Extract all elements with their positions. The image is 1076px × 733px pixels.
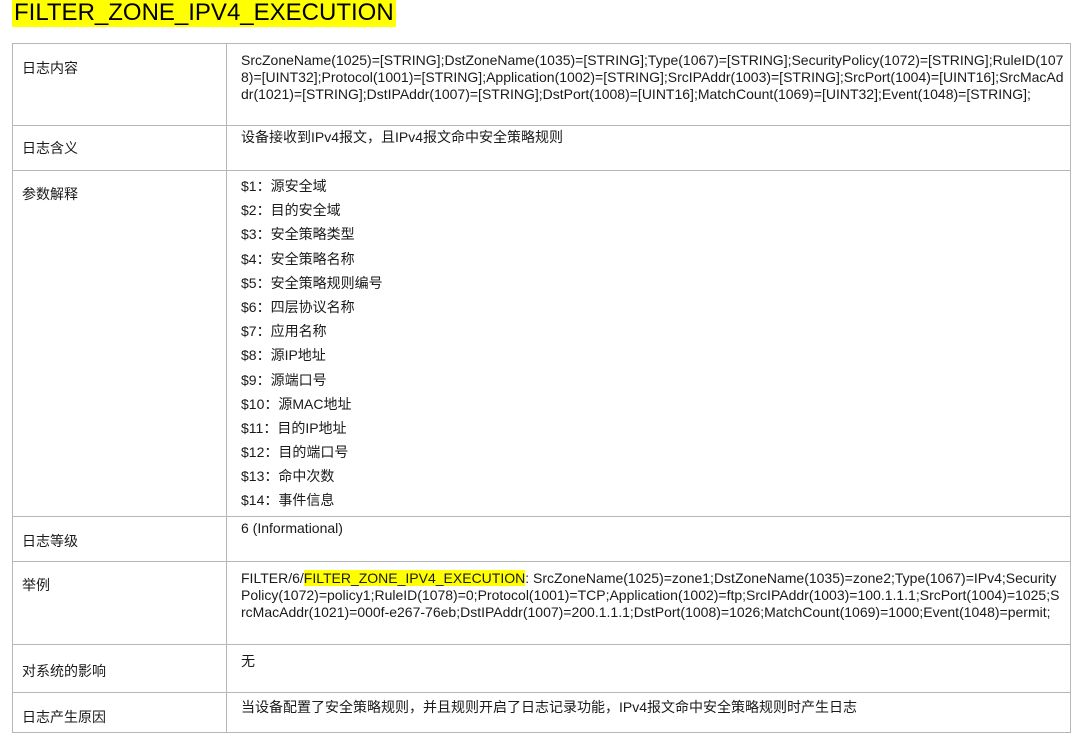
table-row-cause: 日志产生原因 当设备配置了安全策略规则，并且规则开启了日志记录功能，IPv4报文… bbox=[12, 691, 1071, 733]
param-item: $8：源IP地址 bbox=[241, 347, 326, 364]
param-item: $1：源安全域 bbox=[241, 178, 327, 194]
example-highlight: FILTER_ZONE_IPV4_EXECUTION bbox=[303, 569, 526, 586]
row-label-cause: 日志产生原因 bbox=[12, 691, 227, 733]
row-value-meaning: 设备接收到IPv4报文，且IPv4报文命中安全策略规则 bbox=[226, 125, 1071, 171]
row-label-text: 对系统的影响 bbox=[22, 662, 106, 679]
table-row-impact: 对系统的影响 无 bbox=[12, 643, 1071, 693]
example-prefix: FILTER/6/ bbox=[241, 569, 304, 586]
table-row-level: 日志等级 6 (Informational) bbox=[12, 515, 1071, 562]
param-item: $10：源MAC地址 bbox=[241, 395, 352, 412]
param-item: $13：命中次数 bbox=[241, 468, 335, 485]
row-value-params: $1：源安全域 $2：目的安全域 $3：安全策略类型 $4：安全策略名称 $5：… bbox=[226, 170, 1071, 517]
row-label-level: 日志等级 bbox=[12, 515, 227, 562]
table-row-meaning: 日志含义 设备接收到IPv4报文，且IPv4报文命中安全策略规则 bbox=[12, 125, 1071, 171]
param-item: $6：四层协议名称 bbox=[241, 298, 355, 315]
row-label-text: 举例 bbox=[22, 576, 50, 593]
row-label-text: 参数解释 bbox=[22, 186, 78, 202]
row-label-text: 日志含义 bbox=[22, 140, 78, 156]
row-label-example: 举例 bbox=[12, 560, 227, 645]
param-item: $3：安全策略类型 bbox=[241, 226, 355, 243]
param-item: $4：安全策略名称 bbox=[241, 250, 355, 267]
row-value-level: 6 (Informational) bbox=[226, 515, 1071, 562]
row-value-cause: 当设备配置了安全策略规则，并且规则开启了日志记录功能，IPv4报文命中安全策略规… bbox=[226, 691, 1071, 733]
table-row-content: 日志内容 SrcZoneName(1025)=[STRING];DstZoneN… bbox=[12, 43, 1071, 126]
param-item: $11：目的IP地址 bbox=[241, 419, 347, 436]
row-label-params: 参数解释 bbox=[12, 170, 227, 517]
param-item: $5：安全策略规则编号 bbox=[241, 274, 383, 291]
row-label-content: 日志内容 bbox=[12, 43, 227, 126]
row-label-text: 日志产生原因 bbox=[22, 708, 106, 725]
table-row-example: 举例 FILTER/6/FILTER_ZONE_IPV4_EXECUTION: … bbox=[12, 560, 1071, 645]
param-item: $14：事件信息 bbox=[241, 492, 335, 509]
param-item: $12：目的端口号 bbox=[241, 444, 349, 461]
param-item: $9：源端口号 bbox=[241, 371, 327, 388]
row-value-content: SrcZoneName(1025)=[STRING];DstZoneName(1… bbox=[226, 43, 1071, 126]
table-row-params: 参数解释 $1：源安全域 $2：目的安全域 $3：安全策略类型 $4：安全策略名… bbox=[12, 170, 1071, 517]
row-label-impact: 对系统的影响 bbox=[12, 643, 227, 693]
row-label-text: 日志等级 bbox=[22, 532, 78, 549]
param-item: $2：目的安全域 bbox=[241, 202, 341, 219]
row-label-text: 日志内容 bbox=[22, 60, 78, 76]
param-item: $7：应用名称 bbox=[241, 323, 327, 340]
row-label-meaning: 日志含义 bbox=[12, 125, 227, 171]
row-value-example: FILTER/6/FILTER_ZONE_IPV4_EXECUTION: Src… bbox=[226, 560, 1071, 645]
page-title: FILTER_ZONE_IPV4_EXECUTION bbox=[12, 0, 396, 27]
row-value-impact: 无 bbox=[226, 643, 1071, 693]
log-info-table: 日志内容 SrcZoneName(1025)=[STRING];DstZoneN… bbox=[12, 43, 1071, 733]
